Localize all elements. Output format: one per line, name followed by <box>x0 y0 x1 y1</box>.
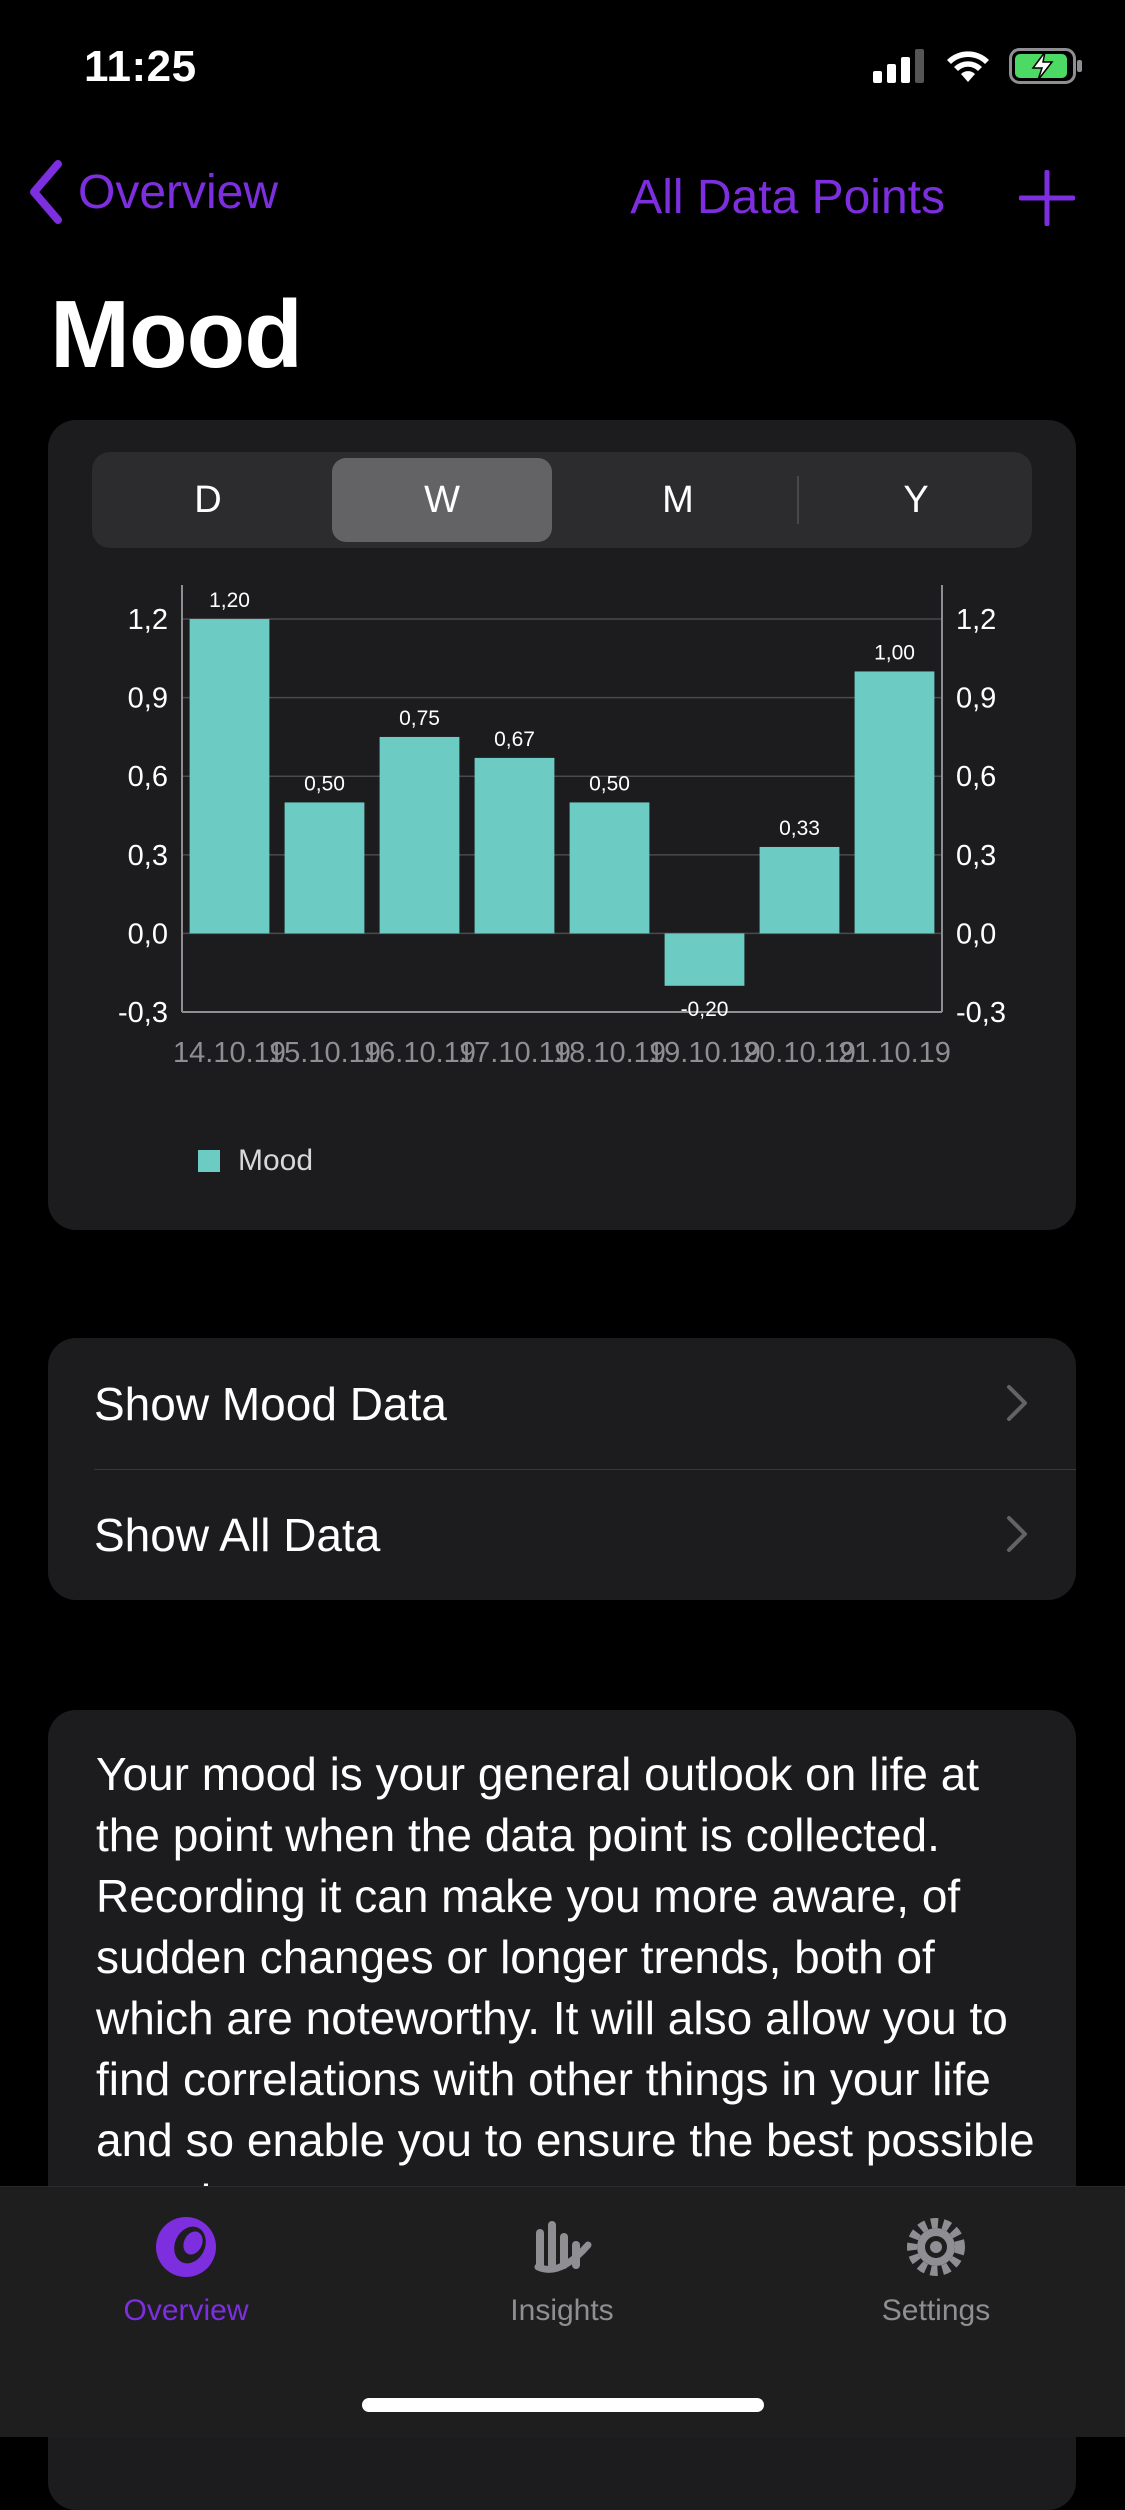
y-tick-label-left: 1,2 <box>128 604 168 636</box>
chevron-right-icon <box>1007 1516 1027 1552</box>
chart-card: D W M Y -0,3 -0,3 0,0 0,0 0,3 0,3 0,6 0,6 0,9 0,9… <box>48 420 1076 1230</box>
y-tick-label-left: 0,0 <box>128 918 168 950</box>
mood-description: Your mood is your general outlook on lif… <box>96 1748 1035 2227</box>
bar-value-label: 0,50 <box>304 772 345 795</box>
tab-settings[interactable]: Settings <box>836 2215 1036 2328</box>
bar-value-label: -0,20 <box>681 998 729 1021</box>
chevron-left-icon <box>30 160 62 224</box>
bar-value-label: 0,75 <box>399 707 440 730</box>
show-all-data-row[interactable]: Show All Data <box>48 1469 1076 1600</box>
tab-settings-label: Settings <box>881 2294 991 2327</box>
plus-icon <box>1018 169 1076 227</box>
y-tick-label-right: 0,9 <box>956 683 996 715</box>
page-title: Mood <box>50 281 303 388</box>
tab-insights-label: Insights <box>510 2294 614 2327</box>
bar-value-label: 1,00 <box>874 641 915 664</box>
overview-icon <box>156 2217 216 2277</box>
status-time: 11:25 <box>84 42 197 91</box>
mood-bar-chart: -0,3 -0,3 0,0 0,0 0,3 0,3 0,6 0,6 0,9 0,9 1,2 1,2 1,… <box>118 585 1006 1069</box>
tab-overview[interactable]: Overview <box>86 2215 286 2328</box>
tab-overview-label: Overview <box>123 2294 249 2327</box>
bar-value-label: 0,33 <box>779 817 820 840</box>
chart-legend: Mood <box>198 1144 313 1178</box>
all-data-points-button[interactable]: All Data Points <box>630 170 945 225</box>
status-bar: 11:25 <box>0 0 1125 130</box>
period-segmented-control: D W M Y <box>92 452 1032 548</box>
y-tick-label-right: 1,2 <box>956 604 996 636</box>
bar <box>854 671 935 934</box>
bar <box>284 802 365 934</box>
settings-icon <box>907 2218 965 2276</box>
y-tick-label-right: -0,3 <box>956 997 1006 1029</box>
show-mood-data-row[interactable]: Show Mood Data <box>48 1338 1076 1469</box>
segment-divider <box>797 476 799 524</box>
insights-icon <box>534 2221 592 2273</box>
y-tick-label-right: 0,6 <box>956 761 996 793</box>
status-icons <box>873 48 1085 84</box>
bar <box>664 933 745 986</box>
chevron-right-icon <box>1007 1385 1027 1421</box>
cellular-signal-icon <box>873 49 924 83</box>
y-tick-label-left: 0,9 <box>128 683 168 715</box>
add-button[interactable] <box>1018 169 1076 231</box>
battery-charging-icon <box>1009 48 1082 84</box>
legend-label: Mood <box>238 1144 314 1177</box>
back-button-label: Overview <box>78 165 279 219</box>
segment-month[interactable]: M <box>568 458 788 542</box>
bar <box>379 736 460 934</box>
home-indicator <box>362 2398 764 2412</box>
segment-year[interactable]: Y <box>806 458 1026 542</box>
y-tick-label-right: 0,3 <box>956 840 996 872</box>
bar-value-label: 1,20 <box>209 589 250 612</box>
tab-insights[interactable]: Insights <box>462 2215 662 2328</box>
x-tick-label: 21.10.19 <box>838 1037 951 1069</box>
segment-day[interactable]: D <box>98 458 318 542</box>
bar <box>759 846 840 934</box>
back-button[interactable]: Overview <box>26 160 278 224</box>
bar <box>474 757 555 934</box>
show-mood-data-label: Show Mood Data <box>94 1377 447 1430</box>
bar <box>569 802 650 934</box>
show-all-data-label: Show All Data <box>94 1508 381 1561</box>
bar <box>189 619 270 934</box>
navigation-bar: Overview All Data Points <box>0 160 1125 240</box>
legend-swatch <box>198 1150 220 1172</box>
y-tick-label-right: 0,0 <box>956 918 996 950</box>
y-tick-label-left: 0,3 <box>128 840 168 872</box>
bar-value-label: 0,50 <box>589 772 630 795</box>
segment-week[interactable]: W <box>332 458 552 542</box>
wifi-icon <box>947 51 989 82</box>
bar-value-label: 0,67 <box>494 728 535 751</box>
y-tick-label-left: -0,3 <box>118 997 168 1029</box>
data-links-card: Show Mood Data Show All Data <box>48 1338 1076 1600</box>
y-tick-label-left: 0,6 <box>128 761 168 793</box>
